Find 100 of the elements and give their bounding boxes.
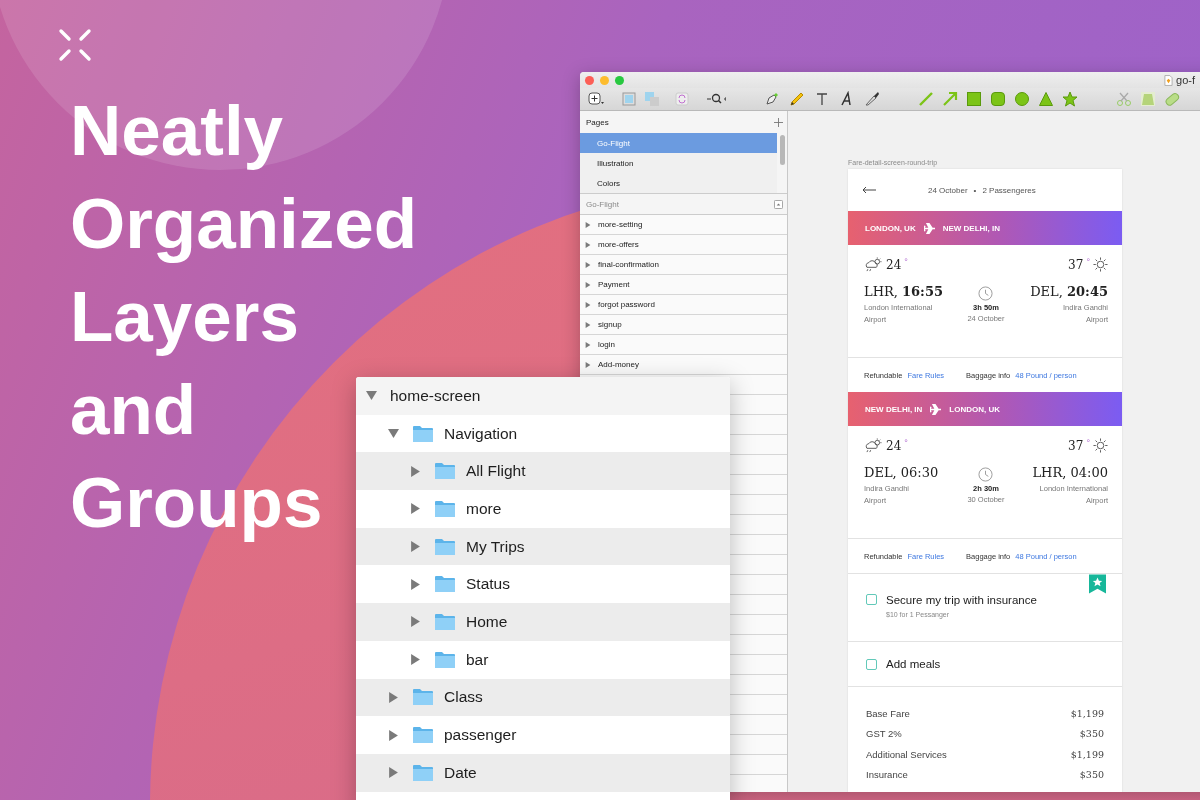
layer-row[interactable]: final-confirmation (580, 255, 787, 275)
collapsed-icon[interactable] (585, 261, 591, 268)
separator: • (973, 185, 977, 195)
layer-row[interactable]: login (580, 335, 787, 355)
layer-row[interactable]: signup (580, 315, 787, 335)
trip-date: 24 October (928, 185, 968, 195)
panel-title: Pages (586, 117, 609, 127)
oval-icon[interactable] (1014, 91, 1030, 107)
star-icon[interactable] (1062, 91, 1078, 107)
layer-row[interactable]: My Trips (356, 527, 730, 566)
expanded-icon[interactable] (366, 390, 377, 402)
page-item[interactable]: Colors (580, 173, 777, 193)
folder-icon (434, 575, 456, 594)
add-icon[interactable] (774, 117, 783, 127)
close-button[interactable] (585, 75, 594, 85)
zoom-button[interactable] (615, 75, 624, 85)
back-arrow-icon[interactable] (862, 186, 876, 194)
expanded-icon[interactable] (388, 428, 399, 440)
collapsed-icon[interactable] (585, 221, 591, 228)
collapsed-icon[interactable] (388, 691, 399, 703)
layer-row[interactable]: Date (356, 753, 730, 792)
headline: Neatly (70, 90, 284, 172)
layer-row[interactable]: bar (356, 640, 730, 679)
clock-icon (978, 467, 994, 482)
scissors-icon[interactable] (1116, 91, 1132, 107)
collapsed-icon[interactable] (585, 301, 591, 308)
cloudy-weather-icon (864, 257, 883, 272)
rectangle-icon[interactable] (966, 91, 982, 107)
addon-label: Secure my trip with insurance (886, 594, 1037, 606)
triangle-icon[interactable] (1038, 91, 1054, 107)
collapsed-icon[interactable] (410, 654, 421, 666)
pen-icon[interactable] (764, 91, 780, 107)
layer-row[interactable]: Navigation (356, 414, 730, 453)
collapsed-icon[interactable] (388, 767, 399, 779)
layer-row[interactable]: passenger (356, 716, 730, 754)
collapsed-icon[interactable] (585, 361, 591, 368)
collapsed-icon[interactable] (585, 341, 591, 348)
collapsed-icon[interactable] (410, 465, 421, 477)
passenger-count: 2 Passengeres (982, 185, 1036, 195)
folder-icon (434, 650, 456, 669)
folder-icon (412, 763, 434, 782)
collapsed-icon[interactable] (585, 281, 591, 288)
checkbox[interactable] (866, 658, 877, 670)
arrival-time: LHR, 04:00 (1032, 465, 1108, 480)
temperature: 37 (1068, 438, 1084, 453)
addon-label: Add meals (886, 658, 941, 670)
rounded-rectangle-icon[interactable] (990, 91, 1006, 107)
symbol-icon[interactable] (674, 91, 690, 107)
layer-row[interactable]: home-screen (356, 377, 730, 415)
degree-sign: ° (1086, 438, 1090, 448)
layer-row[interactable]: more (356, 490, 730, 528)
arrival-time: DEL, 20:45 (1030, 284, 1108, 299)
fare-amount: $350 (1079, 769, 1104, 781)
text-icon[interactable] (814, 91, 830, 107)
collapsed-icon[interactable] (410, 578, 421, 590)
clock-icon (978, 286, 994, 301)
collapsed-icon[interactable] (388, 729, 399, 741)
degree-sign: ° (904, 257, 908, 267)
layer-row[interactable]: All Flight (356, 452, 730, 491)
temperature: 37 (1068, 257, 1084, 272)
layer-row[interactable]: Payment (580, 275, 787, 295)
headline: Organized (70, 183, 418, 265)
collapsed-icon[interactable] (585, 241, 591, 248)
route-banner: LONDON, UK NEW DELHI, IN (848, 211, 1122, 245)
sun-icon (1093, 438, 1108, 453)
pencil-icon[interactable] (789, 91, 805, 107)
collapsed-icon[interactable] (410, 503, 421, 515)
plane-icon (923, 222, 935, 234)
scrollbar-thumb[interactable] (779, 135, 785, 165)
collapsed-icon[interactable] (410, 616, 421, 628)
fare-amount: $350 (1079, 728, 1104, 740)
departure-time: DEL, 06:30 (864, 465, 940, 480)
layer-row[interactable]: Class (356, 678, 730, 717)
insert-icon[interactable] (585, 91, 607, 107)
layer-row[interactable]: more-setting (580, 215, 787, 235)
sun-icon (1093, 257, 1108, 272)
knife-icon[interactable] (864, 91, 880, 107)
fare-amount: $1,199 (1070, 707, 1104, 719)
folder-icon (434, 462, 456, 481)
page-item[interactable]: Illustration (580, 153, 777, 173)
collapsed-icon[interactable] (410, 541, 421, 553)
layer-row[interactable]: Home (356, 603, 730, 641)
collapsed-icon[interactable] (585, 321, 591, 328)
fare-label: Base Fare (866, 707, 910, 719)
folder-icon (412, 424, 434, 443)
temperature: 24 (886, 257, 902, 272)
logo-icon (58, 28, 92, 62)
checkbox[interactable] (866, 594, 877, 605)
layer-row[interactable]: Add-money (580, 355, 787, 375)
document-icon (1164, 74, 1174, 86)
headline: Groups (70, 462, 323, 544)
layer-row[interactable]: more-offers (580, 235, 787, 255)
window-title: go-f (1176, 74, 1195, 86)
fare-amount: $1,199 (1070, 748, 1104, 760)
addon-row[interactable]: Add meals (848, 641, 1122, 686)
headline: Layers (70, 276, 299, 358)
layer-row[interactable]: forgot password (580, 295, 787, 315)
collapse-icon[interactable] (774, 199, 783, 209)
degree-sign: ° (1086, 257, 1090, 267)
layer-row[interactable]: Status (356, 565, 730, 604)
